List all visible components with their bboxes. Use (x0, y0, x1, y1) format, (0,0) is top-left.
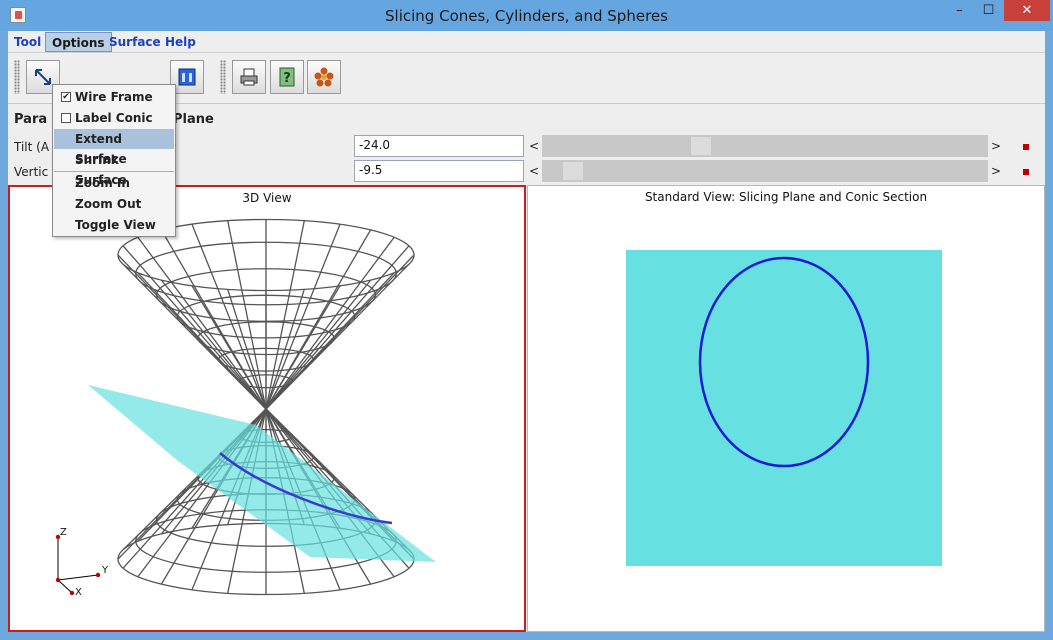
checkbox-wire-frame[interactable]: ✔ (61, 92, 71, 102)
options-dropdown-menu: ✔ Wire Frame Label Conic Extend Surface … (52, 84, 176, 237)
vertical-label: Vertic (14, 165, 49, 179)
tilt-label: Tilt (A (14, 140, 50, 154)
print-button[interactable] (232, 60, 266, 94)
client-area: Tool Options Surface Help ? Para Plane T… (8, 31, 1045, 632)
view-2d-panel[interactable]: Standard View: Slicing Plane and Conic S… (527, 185, 1045, 632)
params-heading: Para (14, 112, 48, 127)
axis-z-label: Z (60, 527, 67, 538)
menu-item-shrink-surface[interactable]: Shrink Surface (54, 150, 174, 187)
menu-separator (54, 171, 174, 172)
menu-item-label: Wire Frame (75, 90, 153, 104)
window-icon (178, 68, 196, 86)
slicing-plane (88, 385, 436, 562)
menu-item-label: Zoom Out (75, 197, 142, 211)
axes-indicator: Z Y X (55, 527, 109, 598)
checkbox-label-conic[interactable] (61, 113, 71, 123)
help-icon: ? (279, 67, 295, 87)
vertical-reset-marker[interactable] (1023, 169, 1029, 175)
vertical-slider-left-arrow[interactable]: < (526, 160, 542, 182)
menu-tool[interactable]: Tool (8, 32, 47, 52)
slicing-plane-2d (626, 250, 942, 566)
tilt-slider[interactable]: < > (526, 135, 1004, 157)
menu-help[interactable]: Help (159, 32, 202, 52)
app-window: Slicing Cones, Cylinders, and Spheres – … (0, 0, 1053, 640)
toolbar-grip-2[interactable] (220, 60, 226, 94)
cone-wire-line (227, 289, 267, 410)
tilt-slider-right-arrow[interactable]: > (988, 135, 1004, 157)
flower-button[interactable] (307, 60, 341, 94)
tilt-reset-marker[interactable] (1023, 144, 1029, 150)
menu-bar: Tool Options Surface Help (8, 31, 1045, 53)
vertical-slider[interactable]: < > (526, 160, 1004, 182)
cone-wire-line (265, 220, 305, 410)
menu-item-toggle-view[interactable]: Toggle View (54, 215, 174, 235)
expand-arrows-icon (35, 69, 51, 85)
cone-wire-line (265, 272, 395, 410)
menu-item-label: Zoom In (75, 176, 130, 190)
vertical-slider-thumb[interactable] (563, 162, 584, 180)
print-icon (240, 68, 258, 86)
plane-heading: Plane (173, 112, 214, 127)
menu-item-label: Toggle View (75, 218, 156, 232)
toolbar-grip[interactable] (14, 60, 20, 94)
flower-icon (314, 67, 334, 87)
vertical-slider-right-arrow[interactable]: > (988, 160, 1004, 182)
menu-item-extend-surface[interactable]: Extend Surface (54, 129, 174, 166)
menu-item-zoom-in[interactable]: Zoom In (54, 173, 174, 193)
cone-wire-line (265, 245, 410, 410)
standard-view-canvas[interactable] (528, 186, 1044, 631)
tilt-slider-left-arrow[interactable]: < (526, 135, 542, 157)
help-button[interactable]: ? (270, 60, 304, 94)
cone-wire-line (265, 236, 395, 410)
svg-text:?: ? (283, 71, 291, 86)
vertical-field[interactable]: -9.5 (354, 160, 524, 182)
cone-wire-line (117, 254, 267, 410)
tilt-field[interactable]: -24.0 (354, 135, 524, 157)
cone-3d-canvas[interactable]: Z Y X (10, 187, 524, 630)
menu-options[interactable]: Options (45, 32, 112, 52)
cone-wire-line (227, 220, 267, 410)
cone-wire-line (137, 236, 267, 410)
menu-item-label-conic[interactable]: Label Conic (54, 108, 174, 128)
menu-item-zoom-out[interactable]: Zoom Out (54, 194, 174, 214)
cone-wire-line (265, 289, 305, 410)
cone-wire-line (122, 245, 267, 410)
maximize-button[interactable]: ☐ (975, 0, 1002, 21)
menu-item-label: Label Conic (75, 111, 153, 125)
view-3d-panel[interactable]: 3D View Z Y X (8, 185, 526, 632)
axis-y-label: Y (101, 565, 109, 576)
title-bar: Slicing Cones, Cylinders, and Spheres – … (0, 0, 1053, 31)
window-title: Slicing Cones, Cylinders, and Spheres (385, 7, 668, 25)
tilt-slider-thumb[interactable] (691, 137, 712, 155)
close-button[interactable]: ✕ (1004, 0, 1050, 21)
menu-item-wire-frame[interactable]: ✔ Wire Frame (54, 87, 174, 107)
minimize-button[interactable]: – (946, 0, 973, 21)
axis-x-label: X (75, 587, 82, 598)
menu-surface[interactable]: Surface (103, 32, 167, 52)
